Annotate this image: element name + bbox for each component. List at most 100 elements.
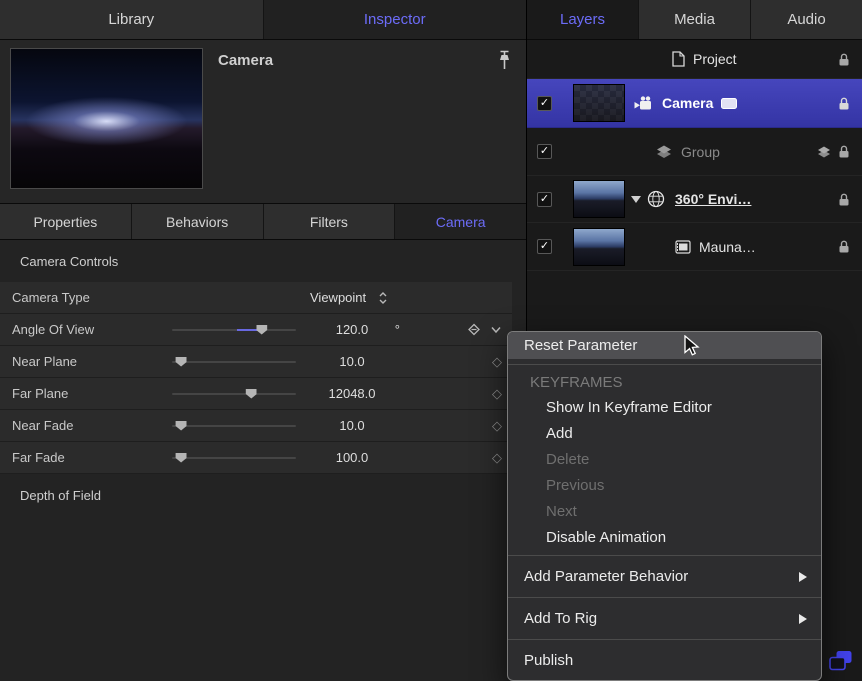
menu-item-show-in-keyframe-editor[interactable]: Show In Keyframe Editor: [508, 394, 821, 420]
slider-handle[interactable]: [246, 389, 257, 399]
menu-separator: [508, 555, 821, 556]
far-fade-value[interactable]: 100.0: [302, 450, 402, 465]
chevron-down-icon[interactable]: [490, 326, 502, 334]
lock-icon[interactable]: [838, 192, 850, 207]
slider-track[interactable]: [172, 457, 296, 459]
menu-separator: [508, 597, 821, 598]
keyframe-diamond-icon[interactable]: ◇: [492, 387, 502, 400]
layer-row-mauna[interactable]: ✓ Mauna…: [527, 223, 862, 271]
angle-of-view-value[interactable]: 120.0 °: [302, 322, 402, 337]
layer-visibility-checkbox[interactable]: ✓: [537, 144, 552, 159]
environment-layer-thumbnail: [573, 180, 625, 218]
layer-visibility-checkbox[interactable]: ✓: [537, 192, 552, 207]
layer-name: Group: [681, 144, 720, 160]
layer-name: 360° Envi…: [675, 191, 751, 207]
menu-separator: [508, 364, 821, 365]
lock-icon[interactable]: [838, 144, 850, 159]
slider-track[interactable]: [172, 361, 296, 363]
near-plane-value[interactable]: 10.0: [302, 354, 402, 369]
mouse-cursor-icon: [684, 335, 700, 357]
sphere-360-icon: [647, 190, 665, 208]
lock-icon[interactable]: [838, 96, 850, 111]
tab-filters[interactable]: Filters: [264, 204, 396, 239]
param-row-far-fade: Far Fade 100.0 ◇: [0, 442, 512, 474]
menu-item-next: Next: [508, 498, 821, 524]
popup-chevrons-icon: [378, 291, 388, 305]
angle-of-view-slider[interactable]: [172, 323, 302, 337]
slider-track[interactable]: [172, 329, 296, 331]
camera-layer-thumbnail: [573, 84, 625, 122]
camera-type-popup[interactable]: Viewpoint: [310, 290, 388, 305]
lock-icon[interactable]: [838, 239, 850, 254]
menu-item-add-parameter-behavior[interactable]: Add Parameter Behavior: [508, 561, 821, 592]
keyframe-diamond-icon[interactable]: ◇: [492, 419, 502, 432]
param-row-far-plane: Far Plane 12048.0 ◇: [0, 378, 512, 410]
menu-item-add[interactable]: Add: [508, 420, 821, 446]
menu-item-label: Next: [546, 503, 577, 520]
slider-handle[interactable]: [176, 421, 187, 431]
keyframe-diamond-icon[interactable]: ◇: [492, 355, 502, 368]
layer-name: Mauna…: [699, 239, 756, 255]
menu-item-label: Reset Parameter: [524, 337, 637, 354]
layer-row-camera[interactable]: ✓ Camera: [527, 79, 862, 128]
menu-item-label: Disable Animation: [546, 529, 666, 546]
menu-item-label: Publish: [524, 652, 573, 669]
slider-handle[interactable]: [256, 325, 267, 335]
layer-visibility-checkbox[interactable]: ✓: [537, 239, 552, 254]
far-fade-slider[interactable]: [172, 451, 302, 465]
layer-row-project[interactable]: Project: [527, 40, 862, 79]
menu-separator: [508, 639, 821, 640]
near-fade-value[interactable]: 10.0: [302, 418, 402, 433]
tab-audio[interactable]: Audio: [751, 0, 862, 39]
slider-handle[interactable]: [176, 357, 187, 367]
tab-behaviors[interactable]: Behaviors: [132, 204, 264, 239]
camera-preview-thumbnail: [10, 48, 203, 189]
tab-behaviors-label: Behaviors: [166, 214, 228, 230]
disclosure-triangle-icon[interactable]: [631, 196, 641, 203]
menu-item-publish[interactable]: Publish: [508, 645, 821, 676]
section-camera-controls-label: Camera Controls: [20, 254, 118, 269]
menu-item-disable-animation[interactable]: Disable Animation: [508, 524, 821, 550]
value-text: 12048.0: [329, 386, 376, 401]
tab-library[interactable]: Library: [0, 0, 264, 39]
slider-track[interactable]: [172, 425, 296, 427]
tab-layers[interactable]: Layers: [527, 0, 639, 39]
layer-row-group[interactable]: ✓ Group: [527, 128, 862, 176]
film-clip-icon: [675, 240, 691, 254]
layer-visibility-checkbox[interactable]: ✓: [537, 96, 552, 111]
pin-button[interactable]: [494, 48, 514, 74]
animation-menu-icon[interactable]: [467, 323, 481, 336]
slider-handle[interactable]: [176, 453, 187, 463]
menu-item-label: Add To Rig: [524, 610, 597, 627]
param-row-near-fade: Near Fade 10.0 ◇: [0, 410, 512, 442]
near-fade-slider[interactable]: [172, 419, 302, 433]
near-plane-slider[interactable]: [172, 355, 302, 369]
tab-filters-label: Filters: [310, 214, 348, 230]
menu-item-label: Previous: [546, 477, 604, 494]
submenu-arrow-icon: [799, 572, 807, 582]
mauna-layer-thumbnail: [573, 228, 625, 266]
tab-camera-label: Camera: [436, 214, 486, 230]
tab-audio-label: Audio: [787, 11, 825, 28]
menu-item-label: Delete: [546, 451, 589, 468]
section-camera-controls: Camera Controls: [0, 240, 526, 282]
duplicate-layers-icon[interactable]: [828, 649, 854, 673]
menu-section-label: KEYFRAMES: [530, 374, 623, 391]
far-plane-slider[interactable]: [172, 387, 302, 401]
far-fade-label: Far Fade: [12, 450, 172, 465]
value-text: 10.0: [339, 418, 364, 433]
keyframe-diamond-icon[interactable]: ◇: [492, 451, 502, 464]
far-plane-value[interactable]: 12048.0: [302, 386, 402, 401]
menu-item-reset-parameter[interactable]: Reset Parameter: [508, 332, 821, 359]
tab-inspector[interactable]: Inspector: [264, 0, 527, 39]
tab-camera[interactable]: Camera: [395, 204, 526, 239]
layer-name: Project: [693, 51, 737, 67]
tab-media[interactable]: Media: [639, 0, 751, 39]
menu-section-keyframes: KEYFRAMES: [508, 370, 821, 394]
slider-track[interactable]: [172, 393, 296, 395]
menu-item-add-to-rig[interactable]: Add To Rig: [508, 603, 821, 634]
inspector-object-title: Camera: [218, 52, 273, 69]
tab-properties[interactable]: Properties: [0, 204, 132, 239]
layer-row-360-environment[interactable]: ✓ 360° Envi…: [527, 176, 862, 223]
lock-icon[interactable]: [838, 52, 850, 67]
